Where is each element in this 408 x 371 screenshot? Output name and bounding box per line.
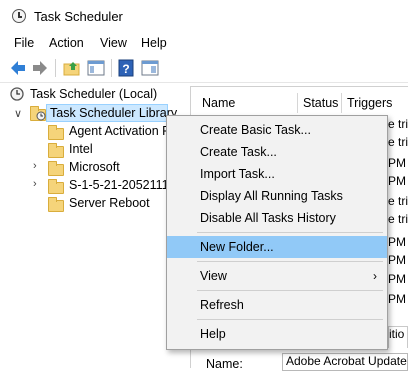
menu-separator [197, 319, 383, 320]
context-menu: Create Basic Task... Create Task... Impo… [166, 115, 388, 350]
task-name-label: Name: [206, 357, 243, 371]
tree-folder-label: Server Reboot [69, 196, 150, 210]
menu-item-view[interactable]: View › [167, 265, 387, 287]
menu-item-create-basic-task[interactable]: Create Basic Task... [167, 119, 387, 141]
menu-item-new-folder[interactable]: New Folder... [167, 236, 387, 258]
tree-item-folder[interactable]: › Microsoft [0, 158, 188, 176]
column-header-status[interactable]: Status [303, 96, 338, 110]
folder-icon [48, 179, 64, 194]
menu-item-import-task[interactable]: Import Task... [167, 163, 387, 185]
menu-item-create-task[interactable]: Create Task... [167, 141, 387, 163]
chevron-down-icon[interactable]: ∨ [14, 107, 22, 120]
tree-folder-label: Microsoft [69, 160, 120, 174]
library-folder-icon [30, 105, 46, 121]
svg-text:?: ? [122, 62, 129, 76]
menu-separator [197, 261, 383, 262]
tree-root-label: Task Scheduler (Local) [30, 87, 158, 101]
menu-file[interactable]: File [14, 36, 34, 50]
tree-folder-label: S-1-5-21-20521113 [69, 178, 176, 192]
menu-item-help[interactable]: Help [167, 323, 387, 345]
tree-folder-label: Agent Activation R [69, 124, 172, 138]
menu-action[interactable]: Action [49, 36, 84, 50]
clock-icon [12, 9, 26, 23]
trigger-cell: PM o [388, 156, 408, 170]
folder-icon [48, 161, 64, 176]
help-icon[interactable]: ? [116, 58, 136, 78]
menu-help[interactable]: Help [141, 36, 167, 50]
toolbar-separator [111, 59, 112, 77]
folder-icon [48, 125, 64, 140]
folder-icon [48, 197, 64, 212]
tree-folder-label: Intel [69, 142, 93, 156]
trigger-cell: e trig [388, 117, 408, 131]
details-tab[interactable]: itio [388, 326, 408, 348]
back-arrow-icon[interactable] [8, 58, 28, 78]
show-hide-action-pane-icon[interactable] [140, 58, 160, 78]
tree-item-folder[interactable]: › S-1-5-21-20521113 [0, 176, 188, 194]
title-bar: Task Scheduler [0, 0, 408, 32]
menu-view[interactable]: View [100, 36, 127, 50]
menu-separator [197, 232, 383, 233]
trigger-cell: e trig [388, 212, 408, 226]
column-separator [341, 93, 342, 113]
menu-separator [197, 290, 383, 291]
chevron-right-icon: › [373, 269, 377, 283]
trigger-cell: PM o [388, 292, 408, 306]
folder-icon [48, 143, 64, 158]
column-separator [297, 93, 298, 113]
column-header-name[interactable]: Name [202, 96, 235, 110]
trigger-cell: PM o [388, 235, 408, 249]
tree-root[interactable]: Task Scheduler (Local) [0, 85, 188, 103]
menu-bar: File Action View Help [0, 32, 408, 54]
toolbar: ? [0, 54, 408, 83]
trigger-cell: PM o [388, 253, 408, 267]
up-folder-icon[interactable] [62, 58, 82, 78]
menu-item-refresh[interactable]: Refresh [167, 294, 387, 316]
forward-arrow-icon[interactable] [30, 58, 50, 78]
trigger-cell: e trig [388, 194, 408, 208]
show-hide-tree-icon[interactable] [86, 58, 106, 78]
trigger-cell: PM o [388, 272, 408, 286]
task-name-field[interactable]: Adobe Acrobat Update [282, 353, 408, 371]
menu-item-display-running-tasks[interactable]: Display All Running Tasks [167, 185, 387, 207]
column-header-triggers[interactable]: Triggers [347, 96, 392, 110]
tree-item-folder[interactable]: Agent Activation R [0, 122, 188, 140]
tree-item-folder[interactable]: Intel [0, 140, 188, 158]
tree-item-folder[interactable]: Server Reboot [0, 194, 188, 212]
menu-item-disable-history[interactable]: Disable All Tasks History [167, 207, 387, 229]
chevron-right-icon[interactable]: › [33, 178, 37, 190]
toolbar-separator [55, 59, 56, 77]
trigger-cell: PM o [388, 174, 408, 188]
window-title: Task Scheduler [34, 9, 123, 24]
tree-library-label: Task Scheduler Library [50, 106, 178, 120]
trigger-cell: e trig [388, 135, 408, 149]
navigation-tree: Task Scheduler (Local) ∨ Task Scheduler … [0, 83, 188, 367]
tree-item-library[interactable]: ∨ Task Scheduler Library [0, 104, 188, 122]
clock-icon [10, 87, 24, 101]
chevron-right-icon[interactable]: › [33, 160, 37, 172]
